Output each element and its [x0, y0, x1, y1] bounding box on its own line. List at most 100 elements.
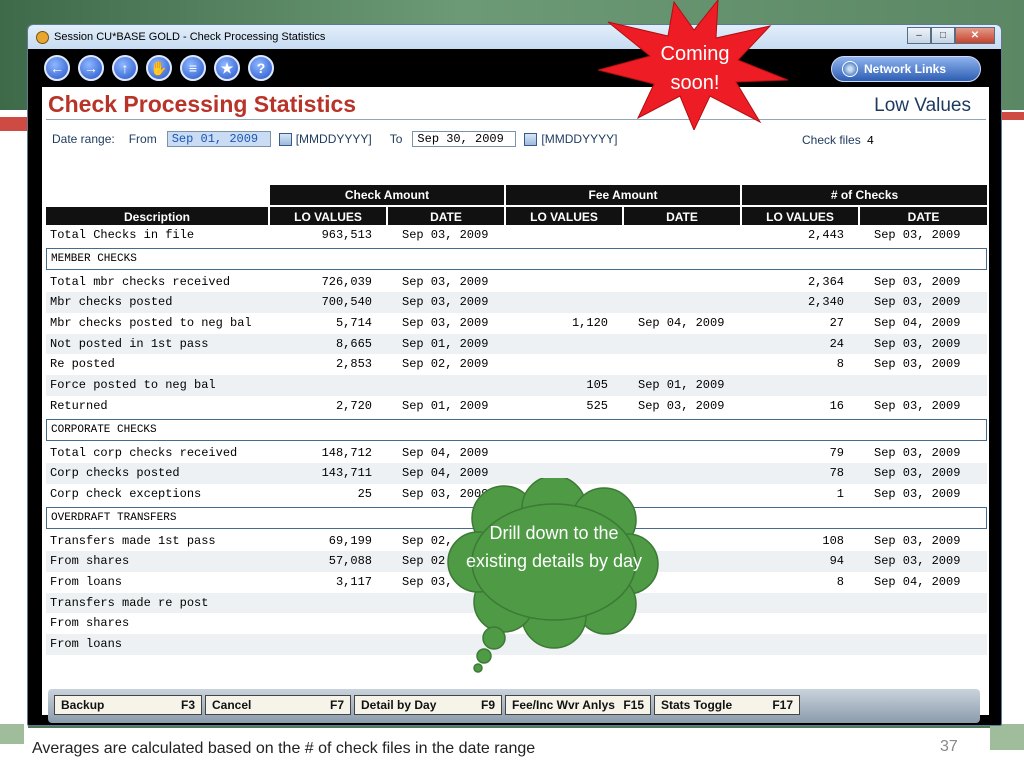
table-row[interactable]: Total mbr checks received 726,039 Sep 03, …	[46, 272, 987, 293]
up-icon[interactable]: ↑	[112, 55, 138, 81]
slide-footer-note: Averages are calculated based on the # o…	[32, 740, 536, 757]
row-check-lo: 57,088	[328, 554, 372, 569]
row-count-date: Sep 03, 2009	[874, 445, 961, 460]
toolbar-icons: ← → ↑ ✋ ≡ ★ ?	[44, 55, 274, 81]
row-description: Re posted	[50, 357, 115, 372]
row-check-date: Sep 02, 2009	[402, 357, 489, 372]
network-links-button[interactable]: Network Links	[831, 56, 981, 82]
col-count-date: DATE	[858, 205, 987, 225]
row-check-lo: 25	[357, 486, 372, 501]
row-count-date: Sep 03, 2009	[874, 533, 961, 548]
row-check-lo: 8,665	[335, 336, 372, 351]
row-fee-date	[622, 272, 740, 293]
row-count-date	[858, 613, 987, 634]
row-fee-date: Sep 04, 2009	[638, 316, 725, 331]
slide-right-band	[1000, 110, 1024, 728]
row-description: From shares	[50, 554, 130, 569]
maximize-button[interactable]: □	[931, 27, 955, 44]
globe-icon	[842, 61, 858, 77]
row-check-date: Sep 03, 2009	[402, 295, 489, 310]
drill-down-cloud	[447, 478, 659, 673]
close-button[interactable]: ✕	[955, 27, 995, 44]
row-count-date: Sep 03, 2009	[874, 228, 961, 242]
row-check-lo	[268, 634, 386, 655]
fkey-label: Detail by Day	[361, 698, 437, 712]
row-check-lo: 3,117	[335, 574, 372, 589]
to-date-input[interactable]: Sep 30, 2009	[412, 131, 517, 147]
hand-icon[interactable]: ✋	[146, 55, 172, 81]
calendar-icon[interactable]	[524, 132, 538, 146]
row-count-date: Sep 03, 2009	[874, 554, 961, 569]
row-fee-date	[622, 443, 740, 464]
to-label: To	[389, 132, 403, 146]
row-fee-date: Sep 03, 2009	[638, 398, 725, 413]
row-count-lo: 108	[822, 533, 844, 548]
mode-label: Low Values	[874, 95, 971, 116]
table-row[interactable]: Mbr checks posted to neg bal 5,714 Sep 03,…	[46, 313, 987, 334]
row-count-lo: 16	[829, 398, 844, 413]
group-header-fee-amount: Fee Amount	[504, 185, 740, 205]
fkey-code: F7	[329, 698, 344, 712]
row-description: Returned	[50, 398, 108, 413]
fkey-code: F17	[772, 698, 793, 712]
row-check-lo: 963,513	[321, 228, 372, 242]
back-icon[interactable]: ←	[44, 55, 70, 81]
table-row[interactable]: Returned 2,720 Sep 01, 2009 525 Sep 03, 2009…	[46, 396, 987, 417]
table-row[interactable]: Re posted 2,853 Sep 02, 2009 8 Sep 03, 2009	[46, 354, 987, 375]
row-count-date: Sep 03, 2009	[874, 466, 961, 481]
forward-icon[interactable]: →	[78, 55, 104, 81]
page-title: Check Processing Statistics	[48, 91, 357, 117]
row-description: Total corp checks received	[50, 445, 238, 460]
fkey-code: F9	[480, 698, 495, 712]
row-check-date: Sep 03, 2009	[402, 274, 489, 289]
row-count-lo: 78	[829, 466, 844, 481]
col-fee-lo: LO VALUES	[504, 205, 622, 225]
row-check-lo: 143,711	[321, 466, 372, 481]
help-icon[interactable]: ?	[248, 55, 274, 81]
stats-toggle-button[interactable]: Stats Toggle F17	[654, 695, 800, 715]
section-header: MEMBER CHECKS	[46, 247, 987, 270]
star-icon[interactable]: ★	[214, 55, 240, 81]
row-check-lo	[268, 593, 386, 614]
table-row[interactable]: Not posted in 1st pass 8,665 Sep 01, 2009 2…	[46, 333, 987, 355]
table-row[interactable]: Total corp checks received 148,712 Sep 04,…	[46, 443, 987, 464]
row-check-lo: 5,714	[335, 316, 372, 331]
row-count-date: Sep 03, 2009	[874, 274, 961, 289]
table-row[interactable]: Force posted to neg bal 105 Sep 01, 2009	[46, 375, 987, 396]
calendar-icon[interactable]	[278, 132, 292, 146]
row-description: From loans	[50, 574, 123, 589]
table-row[interactable]: Mbr checks posted 700,540 Sep 03, 2009 2,34…	[46, 292, 987, 314]
from-date-input[interactable]: Sep 01, 2009	[166, 131, 271, 147]
table-row[interactable]: Total Checks in file 963,513 Sep 03, 2009 2…	[46, 225, 987, 246]
row-check-lo	[268, 613, 386, 634]
row-count-date	[858, 634, 987, 655]
row-count-date: Sep 04, 2009	[874, 316, 961, 331]
minimize-button[interactable]: –	[907, 27, 931, 44]
cancel-button[interactable]: Cancel F7	[205, 695, 351, 715]
row-description: Not posted in 1st pass	[50, 336, 209, 351]
row-count-date: Sep 03, 2009	[874, 357, 961, 372]
backup-button[interactable]: Backup F3	[54, 695, 202, 715]
row-fee-date: Sep 01, 2009	[638, 378, 725, 393]
print-icon[interactable]: ≡	[180, 55, 206, 81]
fee-inc-wvr-anlys-button[interactable]: Fee/Inc Wvr Anlys F15	[505, 695, 651, 715]
row-check-lo: 726,039	[321, 274, 372, 289]
row-count-lo: 1	[836, 486, 844, 501]
fkey-code: F3	[180, 698, 195, 712]
detail-by-day-button[interactable]: Detail by Day F9	[354, 695, 502, 715]
row-count-date: Sep 03, 2009	[874, 295, 961, 310]
row-count-lo: 27	[829, 316, 844, 331]
from-format-hint: [MMDDYYYY]	[295, 132, 372, 146]
slide-accent-square	[990, 724, 1024, 750]
row-check-lo: 700,540	[321, 295, 372, 310]
row-fee-date	[622, 354, 740, 375]
row-count-lo	[740, 613, 858, 634]
row-fee-lo	[504, 334, 622, 355]
function-key-bar: Backup F3 Cancel F7 Detail by Day F9 Fee/In…	[48, 689, 980, 723]
row-fee-lo	[504, 225, 622, 246]
to-format-hint: [MMDDYYYY]	[541, 132, 618, 146]
row-count-lo: 2,364	[807, 274, 844, 289]
row-count-lo: 79	[829, 445, 844, 460]
row-count-lo: 94	[829, 554, 844, 569]
window-title: Session CU*BASE GOLD - Check Processing …	[54, 31, 326, 43]
